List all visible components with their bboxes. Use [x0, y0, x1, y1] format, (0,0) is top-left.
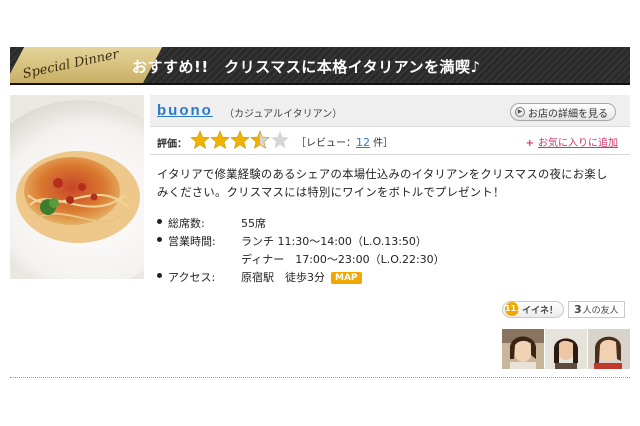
access-value: 原宿駅 徒歩3分 [241, 271, 325, 284]
banner-title: おすすめ!! クリスマスに本格イタリアンを満喫♪ [132, 58, 481, 76]
like-label: イイネ！ [522, 305, 559, 316]
pasta-photo[interactable] [10, 95, 144, 279]
bullet-icon [157, 237, 162, 242]
rating-star [210, 130, 230, 149]
review-count-link[interactable]: 12 [356, 136, 370, 149]
access-value-wrap: 原宿駅 徒歩3分 MAP [241, 269, 362, 285]
rating-label: 評価： [157, 139, 187, 150]
shop-header: buono （カジュアルイタリアン） ▶ お店の詳細を見る [150, 95, 630, 127]
like-count-icon: 111 [505, 302, 522, 316]
friend-avatar[interactable] [588, 329, 630, 369]
friends-label: 人の友人 [582, 305, 619, 316]
star-rating [190, 130, 290, 149]
rating-star [190, 130, 210, 149]
arrow-right-icon: ▶ [515, 107, 525, 117]
bullet-icon [157, 219, 162, 224]
bullet-icon [157, 273, 162, 278]
avatar-photo [502, 329, 544, 369]
section-divider [10, 377, 630, 378]
shop-detail-button[interactable]: ▶ お店の詳細を見る [510, 103, 616, 121]
friend-avatar[interactable] [502, 329, 544, 369]
like-area: 111 イイネ！ 3 人の友人 [502, 300, 625, 318]
shop-detail-label: お店の詳細を見る [528, 108, 608, 120]
seats-value: 55席 [241, 217, 266, 230]
friends-number: 3 [574, 302, 582, 316]
hours-label: 営業時間: [168, 235, 216, 248]
access-label: アクセス: [168, 271, 216, 284]
hours-lunch: ランチ 11:30〜14:00（L.O.13:50） [241, 235, 427, 248]
rating-star [230, 130, 250, 149]
review-prefix: ［レビュー： [296, 138, 356, 149]
rating-row: 評価： ［レビュー：12 件］ + お気に入りに追加 [150, 127, 630, 155]
rating-star [250, 130, 270, 149]
shop-genre: （カジュアルイタリアン） [224, 109, 343, 120]
add-favorite-label: お気に入りに追加 [538, 138, 618, 149]
seats-label: 総席数: [168, 217, 205, 230]
section-banner: Special Dinner おすすめ!! クリスマスに本格イタリアンを満喫♪ [10, 47, 630, 85]
review-count: ［レビュー：12 件］ [296, 134, 393, 149]
add-favorite-link[interactable]: + お気に入りに追加 [526, 134, 618, 149]
plus-icon: + [525, 138, 534, 149]
avatar-photo [545, 329, 587, 369]
friend-avatar[interactable] [545, 329, 587, 369]
shop-description: イタリアで修業経験のあるシェアの本場仕込みのイタリアンをクリスマスの夜にお楽しみ… [157, 168, 608, 199]
shop-name-link[interactable]: buono [157, 102, 213, 119]
map-button[interactable]: MAP [331, 272, 362, 284]
review-suffix: 件］ [370, 138, 394, 149]
like-button[interactable]: 111 イイネ！ [502, 300, 565, 318]
hours-dinner: ディナー 17:00〜23:00（L.O.22:30） [241, 253, 445, 266]
avatar-photo [588, 329, 630, 369]
rating-star [270, 131, 290, 149]
pasta-illustration [10, 95, 144, 279]
friends-count[interactable]: 3 人の友人 [568, 300, 625, 318]
